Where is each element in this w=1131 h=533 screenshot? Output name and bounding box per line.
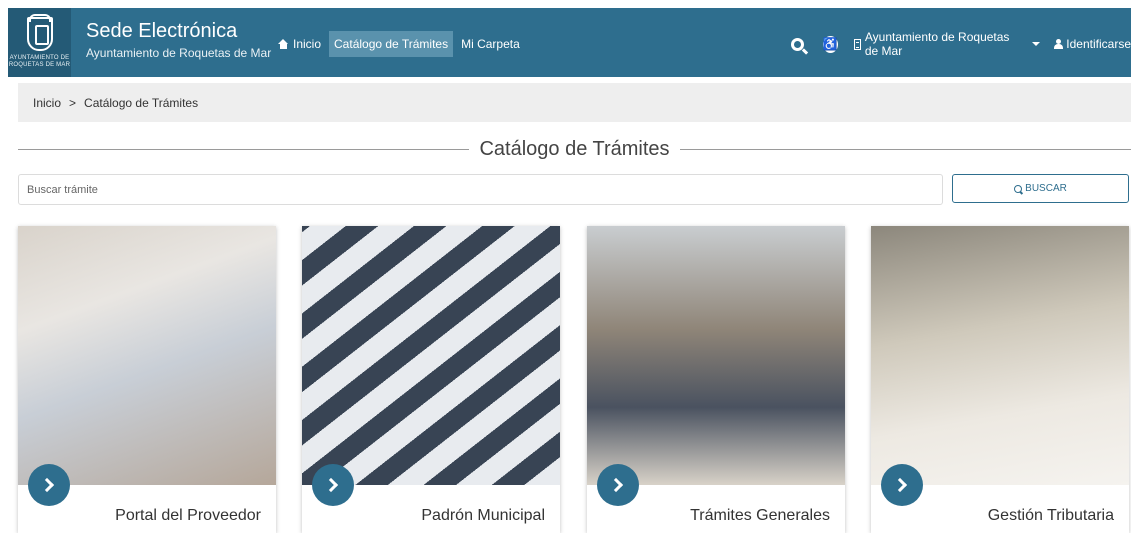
card-label: Portal del Proveedor bbox=[115, 507, 261, 524]
card-image bbox=[587, 226, 845, 485]
chevron-right-icon bbox=[39, 477, 55, 493]
divider bbox=[679, 148, 1131, 150]
chevron-right-icon bbox=[892, 477, 908, 493]
section-heading: Catálogo de Trámites bbox=[18, 136, 1131, 162]
card-label: Gestión Tributaria bbox=[987, 507, 1114, 524]
municipal-logo[interactable]: Ayuntamiento de Roquetas de Mar bbox=[8, 8, 71, 77]
header-search-button[interactable] bbox=[786, 31, 809, 57]
shield-icon bbox=[26, 16, 53, 51]
chevron-down-icon bbox=[1032, 42, 1041, 46]
page-title: Catálogo de Trámites bbox=[479, 137, 670, 160]
user-icon bbox=[1054, 39, 1064, 49]
search-button-label: BUSCAR bbox=[1025, 183, 1067, 194]
breadcrumb-current: Catálogo de Trámites bbox=[84, 95, 199, 110]
chevron-right-icon bbox=[323, 477, 339, 493]
divider bbox=[18, 148, 470, 150]
card-arrow-button[interactable] bbox=[597, 464, 639, 506]
building-icon bbox=[853, 38, 861, 50]
card-label: Padrón Municipal bbox=[421, 507, 545, 524]
card-image bbox=[871, 226, 1129, 485]
card-arrow-button[interactable] bbox=[312, 464, 354, 506]
card-image bbox=[18, 226, 276, 485]
nav-item-catalogo[interactable]: Catálogo de Trámites bbox=[329, 31, 454, 57]
home-icon bbox=[278, 39, 289, 49]
site-subtitle: Ayuntamiento de Roquetas de Mar bbox=[86, 46, 272, 60]
site-title: Sede Electrónica bbox=[86, 20, 238, 42]
login-button[interactable]: Identificarse bbox=[1054, 37, 1131, 51]
main-nav: Inicio Catálogo de Trámites Mi Carpeta bbox=[273, 31, 525, 57]
breadcrumb-home[interactable]: Inicio bbox=[33, 96, 61, 110]
card-gestion-tributaria[interactable]: Gestión Tributaria bbox=[871, 226, 1129, 533]
accessibility-icon[interactable]: ♿ bbox=[822, 35, 838, 53]
search-button[interactable]: BUSCAR bbox=[952, 174, 1129, 203]
brand[interactable]: Sede Electrónica Ayuntamiento de Roqueta… bbox=[86, 19, 271, 60]
nav-item-label: Catálogo de Trámites bbox=[334, 37, 449, 51]
card-padron-municipal[interactable]: Padrón Municipal bbox=[302, 226, 560, 533]
card-image bbox=[302, 226, 560, 485]
header-bar: Ayuntamiento de Roquetas de Mar Sede Ele… bbox=[8, 8, 1131, 77]
nav-item-label: Inicio bbox=[293, 37, 322, 51]
header-tools: ♿ Ayuntamiento de Roquetas de Mar Identi… bbox=[786, 30, 1131, 58]
card-tramites-generales[interactable]: Trámites Generales bbox=[587, 226, 845, 533]
card-label: Trámites Generales bbox=[690, 507, 830, 524]
card-arrow-button[interactable] bbox=[28, 464, 70, 506]
org-selector-label: Ayuntamiento de Roquetas de Mar bbox=[864, 30, 1010, 58]
card-arrow-button[interactable] bbox=[881, 464, 923, 506]
logo-text: Ayuntamiento de Roquetas de Mar bbox=[8, 54, 71, 68]
breadcrumb-separator: > bbox=[69, 95, 77, 110]
chevron-right-icon bbox=[608, 477, 624, 493]
nav-item-label: Mi Carpeta bbox=[461, 37, 520, 51]
org-selector-dropdown[interactable]: Ayuntamiento de Roquetas de Mar bbox=[853, 30, 1041, 58]
login-label: Identificarse bbox=[1066, 37, 1131, 51]
breadcrumb: Inicio > Catálogo de Trámites bbox=[18, 83, 1131, 122]
search-input[interactable] bbox=[18, 174, 943, 205]
search-icon bbox=[790, 37, 804, 51]
search-icon bbox=[1014, 184, 1023, 193]
nav-item-inicio[interactable]: Inicio bbox=[273, 31, 326, 57]
nav-item-mi-carpeta[interactable]: Mi Carpeta bbox=[456, 31, 525, 57]
card-portal-proveedor[interactable]: Portal del Proveedor bbox=[18, 226, 276, 533]
